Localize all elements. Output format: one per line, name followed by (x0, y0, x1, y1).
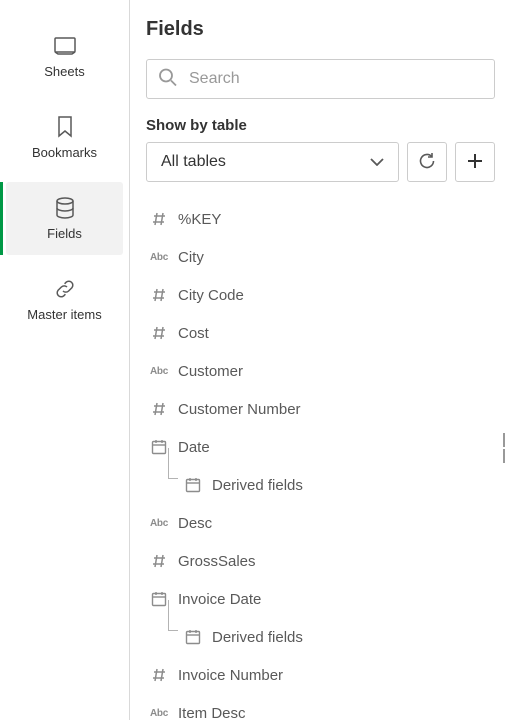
field-name: City Code (178, 287, 244, 304)
field-name: %KEY (178, 211, 221, 228)
table-select[interactable]: All tables (146, 142, 399, 182)
field-row-derived[interactable]: Derived fields (146, 466, 495, 504)
refresh-button[interactable] (407, 142, 447, 182)
field-type-date-icon (148, 588, 170, 610)
field-type-abc-icon: Abc (148, 702, 170, 720)
field-type-num-icon (148, 550, 170, 572)
sidebar: Sheets Bookmarks Fields Master items (0, 0, 130, 720)
field-row[interactable]: Abc Customer (146, 352, 495, 390)
sidebar-item-label: Bookmarks (32, 145, 97, 160)
field-name: GrossSales (178, 553, 256, 570)
field-name: Customer (178, 363, 243, 380)
field-type-date-icon (148, 436, 170, 458)
field-name: Invoice Date (178, 591, 261, 608)
field-type-num-icon (148, 322, 170, 344)
link-icon (53, 277, 77, 301)
field-name: Date (178, 439, 210, 456)
field-name: Customer Number (178, 401, 301, 418)
sidebar-item-label: Sheets (44, 64, 84, 79)
expand-handle[interactable] (503, 430, 509, 466)
field-row[interactable]: Invoice Number (146, 656, 495, 694)
field-type-abc-icon: Abc (148, 360, 170, 382)
field-type-num-icon (148, 398, 170, 420)
tree-branch (162, 466, 178, 504)
chevron-down-icon (370, 153, 384, 171)
field-row[interactable]: Date (146, 428, 495, 466)
field-row[interactable]: GrossSales (146, 542, 495, 580)
field-row[interactable]: Customer Number (146, 390, 495, 428)
field-name: Cost (178, 325, 209, 342)
sidebar-item-master-items[interactable]: Master items (6, 263, 123, 336)
field-type-num-icon (148, 664, 170, 686)
sidebar-item-fields[interactable]: Fields (6, 182, 123, 255)
table-select-value: All tables (161, 153, 226, 171)
show-by-table-label: Show by table (146, 117, 495, 134)
sidebar-item-bookmarks[interactable]: Bookmarks (6, 101, 123, 174)
search-input[interactable] (146, 59, 495, 99)
sheets-icon (53, 34, 77, 58)
sidebar-item-sheets[interactable]: Sheets (6, 20, 123, 93)
search-icon (158, 68, 178, 91)
plus-icon (467, 153, 483, 172)
field-row[interactable]: Invoice Date (146, 580, 495, 618)
field-type-num-icon (148, 208, 170, 230)
controls-row: All tables (146, 142, 495, 182)
fields-list[interactable]: %KEY Abc City City Code Cost Abc Customer Custo… (146, 200, 495, 720)
field-type-num-icon (148, 284, 170, 306)
database-icon (53, 196, 77, 220)
field-type-abc-icon: Abc (148, 246, 170, 268)
field-row[interactable]: Abc City (146, 238, 495, 276)
field-row[interactable]: Abc Item Desc (146, 694, 495, 720)
field-type-abc-icon: Abc (148, 512, 170, 534)
refresh-icon (417, 151, 437, 174)
field-type-derived-icon (182, 626, 204, 648)
field-name: City (178, 249, 204, 266)
field-row[interactable]: City Code (146, 276, 495, 314)
field-name: Derived fields (212, 477, 303, 494)
field-name: Desc (178, 515, 212, 532)
field-row-derived[interactable]: Derived fields (146, 618, 495, 656)
field-row[interactable]: %KEY (146, 200, 495, 238)
field-name: Derived fields (212, 629, 303, 646)
field-name: Invoice Number (178, 667, 283, 684)
field-type-derived-icon (182, 474, 204, 496)
field-row[interactable]: Cost (146, 314, 495, 352)
field-row[interactable]: Abc Desc (146, 504, 495, 542)
search-wrap (146, 59, 495, 99)
field-name: Item Desc (178, 705, 246, 720)
main-panel: Fields Show by table All tables (130, 0, 511, 720)
sidebar-item-label: Master items (27, 307, 101, 322)
bookmark-icon (53, 115, 77, 139)
add-button[interactable] (455, 142, 495, 182)
tree-branch (162, 618, 178, 656)
panel-title: Fields (146, 18, 495, 41)
sidebar-item-label: Fields (47, 226, 82, 241)
